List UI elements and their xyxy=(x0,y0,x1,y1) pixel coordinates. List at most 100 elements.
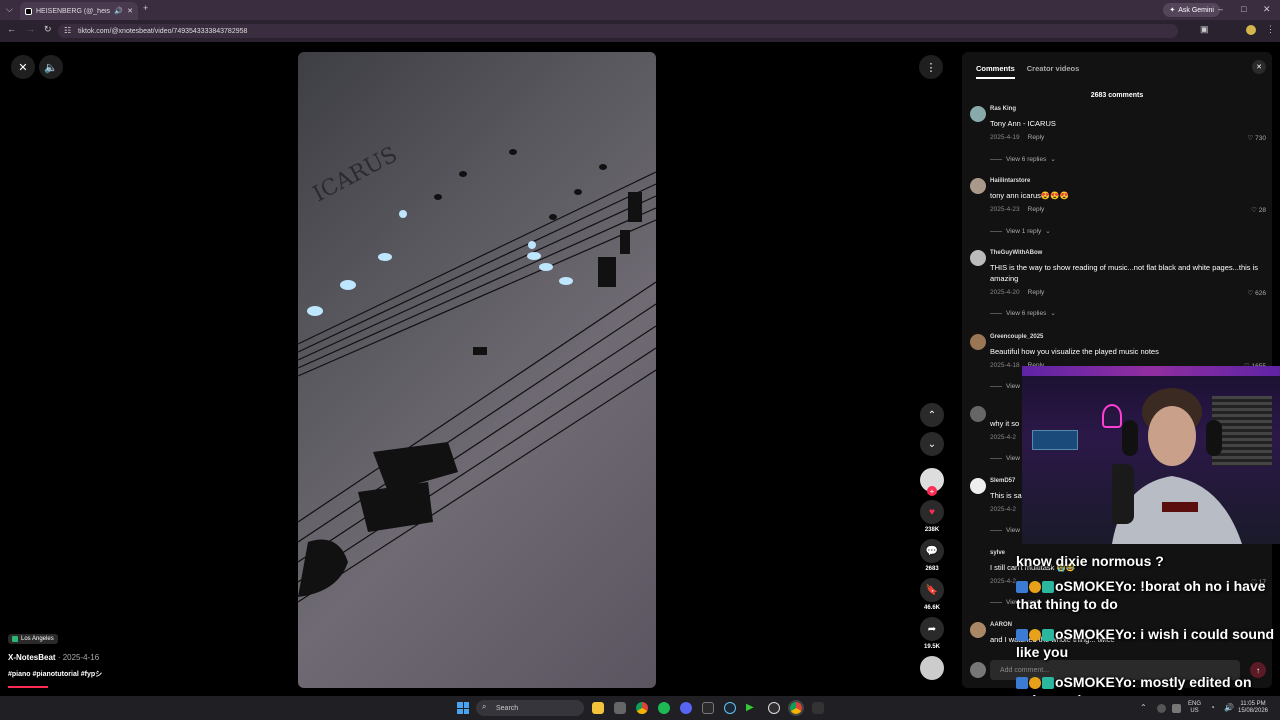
tab-close-icon[interactable]: ✕ xyxy=(127,7,133,15)
clock[interactable]: 11:05 PM 15/08/2026 xyxy=(1236,701,1270,715)
tray-icon[interactable] xyxy=(1172,704,1181,713)
view-replies-button[interactable]: View 1 reply ⌄ xyxy=(990,227,1051,235)
start-button[interactable] xyxy=(457,702,469,714)
tab-list-icon[interactable]: ⌵ xyxy=(6,4,13,15)
browser-tab[interactable]: HEISENBERG (@_heisenb 🔊 ✕ xyxy=(20,2,138,20)
view-replies-button[interactable]: View xyxy=(990,527,1020,534)
tray-overflow-icon[interactable]: ⌃ xyxy=(1140,703,1147,712)
avatar[interactable] xyxy=(970,106,986,122)
comment-text: THIS is the way to show reading of music… xyxy=(990,263,1259,283)
comment-meta: 2025-4-2 xyxy=(990,578,1016,585)
reply-button[interactable]: Reply xyxy=(1028,206,1045,213)
comment-likes[interactable]: ♡ 626 xyxy=(1248,289,1267,297)
profile-avatar[interactable] xyxy=(1246,25,1256,35)
obs-icon[interactable] xyxy=(768,702,780,714)
avatar[interactable] xyxy=(970,334,986,350)
ask-gemini-button[interactable]: ✦ Ask Gemini xyxy=(1163,3,1220,17)
taskbar-search[interactable]: ⌕ Search xyxy=(476,700,584,716)
window-close-icon[interactable]: ✕ xyxy=(1263,4,1271,15)
comment-date: 2025-4-20 xyxy=(990,289,1020,296)
back-icon[interactable]: ← xyxy=(7,24,16,34)
taskbar-app-icon[interactable] xyxy=(702,702,714,714)
reply-button[interactable]: Reply xyxy=(1028,289,1045,296)
comment-author[interactable]: AARON xyxy=(990,622,1012,628)
view-replies-button[interactable]: View 6 replies ⌄ xyxy=(990,309,1056,317)
steam-icon[interactable] xyxy=(724,702,736,714)
comment-author[interactable]: Haiilintarstore xyxy=(990,178,1030,184)
video-hashtags[interactable]: #piano #pianotutorial #fypシ xyxy=(8,669,102,679)
site-info-icon[interactable]: ☷ xyxy=(64,26,71,35)
avatar[interactable] xyxy=(970,478,986,494)
comment-author[interactable]: SlemD57 xyxy=(990,478,1015,484)
taskbar-app-icon[interactable] xyxy=(812,702,824,714)
browser-menu-icon[interactable]: ⋮ xyxy=(1266,24,1275,35)
next-video-button[interactable]: ⌄ xyxy=(920,432,944,456)
tab-comments[interactable]: Comments xyxy=(976,64,1015,79)
wifi-icon[interactable]: ◔ xyxy=(1210,703,1215,712)
minimize-icon[interactable]: – xyxy=(1218,4,1223,14)
discord-icon[interactable] xyxy=(680,702,692,714)
comment-author[interactable]: Greencouple_2025 xyxy=(990,334,1043,340)
comment-author[interactable]: TheGuyWithABow xyxy=(990,250,1042,256)
comment-meta: 2025-4-20 Reply xyxy=(990,289,1044,296)
volume-button[interactable]: 🔈 xyxy=(39,55,63,79)
more-options-button[interactable]: ⋮ xyxy=(919,55,943,79)
avatar[interactable] xyxy=(970,406,986,422)
view-replies-button[interactable]: View xyxy=(990,383,1020,390)
share-count: 19.5K xyxy=(923,644,940,650)
reply-button[interactable]: Reply xyxy=(1028,134,1045,141)
comment-item: Ras King Tony Ann - ICARUS 2025-4-19 Rep… xyxy=(970,106,1266,170)
tray-icon[interactable] xyxy=(1157,704,1166,713)
music-disc-avatar[interactable] xyxy=(920,656,944,680)
address-bar[interactable]: ☷ tiktok.com/@xnotesbeat/video/749354333… xyxy=(58,24,1178,38)
author-name[interactable]: X-NotesBeat xyxy=(8,653,56,662)
forward-icon[interactable]: → xyxy=(26,24,35,34)
video-progress-bar[interactable] xyxy=(8,686,48,688)
taskbar-app-icon[interactable] xyxy=(614,702,626,714)
save-button[interactable]: 🔖 xyxy=(920,578,944,602)
avatar[interactable] xyxy=(970,250,986,266)
view-replies-label: View xyxy=(1006,455,1020,462)
location-badge[interactable]: Los Angeles xyxy=(8,634,58,644)
follow-plus-icon[interactable]: + xyxy=(927,486,937,496)
comment-likes[interactable]: ♡ 28 xyxy=(1251,206,1266,214)
comment-author[interactable]: sylve xyxy=(990,550,1005,556)
spotify-icon[interactable] xyxy=(658,702,670,714)
comment-date: 2025-4-18 xyxy=(990,362,1020,369)
comment-date: 2025-4-2 xyxy=(990,506,1017,513)
clock-time: 11:05 PM xyxy=(1240,701,1266,707)
like-button[interactable]: ♥ xyxy=(920,500,944,524)
view-replies-button[interactable]: View 6 replies ⌄ xyxy=(990,155,1056,163)
view-replies-button[interactable]: View xyxy=(990,455,1020,462)
chat-username: oSMOKEYo: xyxy=(1055,578,1137,594)
previous-video-button[interactable]: ⌃ xyxy=(920,403,944,427)
comment-likes[interactable]: ♡ 730 xyxy=(1248,134,1267,142)
comment-author[interactable]: Ras King xyxy=(990,106,1016,112)
tab-creator-videos[interactable]: Creator videos xyxy=(1027,64,1080,79)
maximize-icon[interactable]: □ xyxy=(1241,4,1246,14)
language-indicator[interactable]: ENG US xyxy=(1188,701,1201,715)
stream-chat-line: oSMOKEYo: !borat oh no i have that thing… xyxy=(1016,577,1280,613)
new-tab-icon[interactable]: + xyxy=(143,3,148,13)
video-author[interactable]: X-NotesBeat · 2025-4-16 xyxy=(8,653,99,662)
share-button[interactable]: ➦ xyxy=(920,617,944,641)
play-icon[interactable]: ▶ xyxy=(746,702,758,714)
comment-text: tony ann icarus😍😍😍 xyxy=(990,191,1069,200)
avatar[interactable] xyxy=(970,622,986,638)
video-player[interactable]: ICARUS xyxy=(298,52,656,688)
chevron-down-icon: ⌄ xyxy=(1045,228,1051,235)
view-replies-label: View xyxy=(1006,527,1020,534)
volume-icon[interactable]: 🔊 xyxy=(1224,703,1234,712)
close-panel-icon[interactable]: ✕ xyxy=(1252,60,1266,74)
close-video-button[interactable]: ✕ xyxy=(11,55,35,79)
neon-light xyxy=(1022,366,1280,376)
chrome-icon[interactable] xyxy=(636,702,648,714)
avatar[interactable] xyxy=(970,178,986,194)
chevron-down-icon: ⌄ xyxy=(1050,156,1056,163)
extensions-icon[interactable]: ▣ xyxy=(1200,24,1209,35)
file-explorer-icon[interactable] xyxy=(592,702,604,714)
chrome-active-icon[interactable] xyxy=(788,700,804,716)
reload-icon[interactable]: ↻ xyxy=(44,24,52,35)
gift-badge-icon xyxy=(1042,629,1054,642)
comment-button[interactable]: 💬 xyxy=(920,539,944,563)
